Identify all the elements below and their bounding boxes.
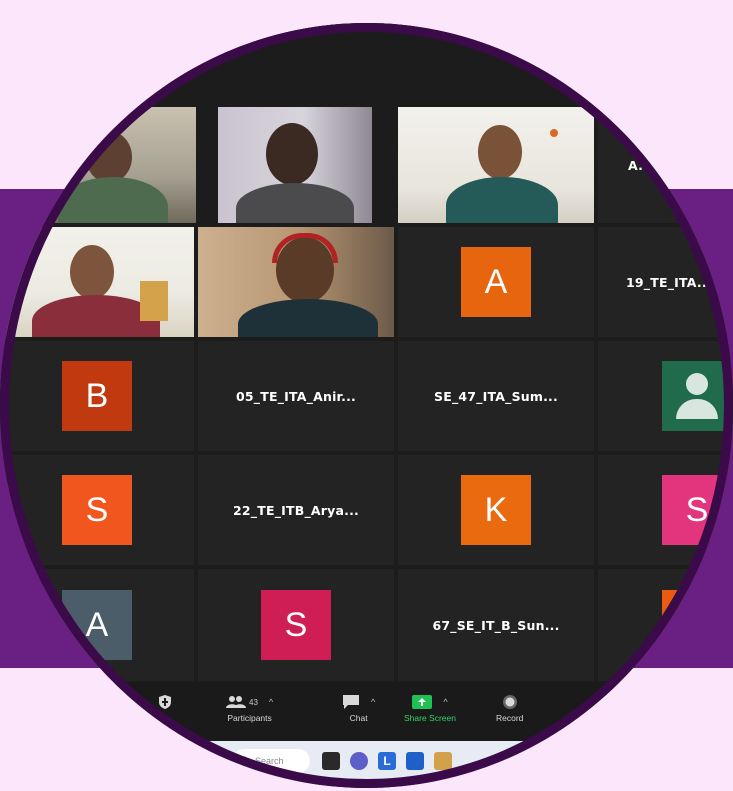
- chevron-up-icon[interactable]: ^: [443, 697, 447, 707]
- participant-avatar: B: [62, 361, 132, 431]
- participant-name-tile[interactable]: 22_TE_ITB_Arya...: [198, 455, 394, 565]
- participant-avatar-tile[interactable]: [598, 341, 733, 451]
- chat-button[interactable]: ^ Chat: [342, 691, 375, 723]
- headphones: [272, 233, 338, 263]
- participant-shirt: [236, 183, 354, 223]
- participant-avatar: [662, 590, 732, 660]
- participant-video-tile[interactable]: [0, 227, 194, 337]
- wall-lamp: [32, 241, 40, 249]
- participants-count: 43: [249, 697, 258, 707]
- participant-name-tile[interactable]: 05_TE_ITA_Anir...: [198, 341, 394, 451]
- participant-avatar-tile[interactable]: A: [0, 569, 194, 681]
- participant-figure: [86, 131, 132, 183]
- wall-lamp: [550, 129, 558, 137]
- participant-name: A...: [628, 157, 653, 173]
- avatar-initial: K: [484, 490, 508, 529]
- chat-app-icon[interactable]: [350, 752, 368, 770]
- video-feed: [218, 107, 372, 223]
- participants-icon: [226, 696, 246, 708]
- chevron-up-icon[interactable]: ^: [371, 697, 375, 707]
- participant-shirt: [446, 177, 558, 223]
- participants-button[interactable]: 43 ^ Participants: [226, 691, 273, 723]
- participant-name-tile[interactable]: 19_TE_ITA...: [598, 227, 733, 337]
- participant-video-tile[interactable]: [218, 107, 372, 223]
- participant-name-tile[interactable]: SE_47_ITA_Sum...: [398, 341, 594, 451]
- participant-avatar: S: [62, 475, 132, 545]
- video-feed: [0, 227, 194, 337]
- participant-avatar: A: [461, 247, 531, 317]
- person-icon: [662, 361, 732, 431]
- search-placeholder: Search: [255, 756, 284, 766]
- participant-avatar-tile[interactable]: K: [398, 455, 594, 565]
- participant-shirt: [238, 299, 378, 337]
- security-button[interactable]: [158, 691, 172, 713]
- record-label: Record: [496, 713, 524, 723]
- avatar-initial: A: [484, 262, 508, 301]
- participant-name: SE_47_ITA_Sum...: [434, 388, 558, 404]
- avatar-initial: B: [85, 376, 109, 415]
- participants-label: Participants: [227, 713, 272, 723]
- shield-icon: [158, 691, 172, 713]
- l-app-icon[interactable]: L: [378, 752, 396, 770]
- avatar-initial: S: [685, 490, 709, 529]
- avatar-initial: A: [85, 605, 109, 644]
- meeting-toolbar: 43 ^ Participants ^ Chat ^ Share Screen …: [0, 683, 733, 741]
- record-icon: [502, 695, 517, 709]
- participant-name-tile[interactable]: 67_SE_IT_B_Sun...: [398, 569, 594, 681]
- participant-name: 67_SE_IT_B_Sun...: [432, 617, 560, 633]
- chevron-up-icon[interactable]: ^: [269, 697, 273, 707]
- participant-avatar-tile[interactable]: B: [0, 341, 194, 451]
- chair: [140, 281, 168, 321]
- task-view-icon[interactable]: [322, 752, 340, 770]
- participant-avatar-tile[interactable]: S: [0, 455, 194, 565]
- participant-avatar: S: [662, 475, 732, 545]
- participant-name-tile[interactable]: A...: [598, 107, 733, 223]
- search-icon: [240, 756, 250, 766]
- participant-avatar-tile[interactable]: [598, 569, 733, 681]
- participant-video-tile[interactable]: [398, 107, 594, 223]
- participant-video-tile[interactable]: [198, 227, 394, 337]
- participant-avatar-tile[interactable]: A: [398, 227, 594, 337]
- meeting-top-bar: [0, 23, 733, 53]
- participant-name: 22_TE_ITB_Arya...: [233, 502, 359, 518]
- share-screen-button[interactable]: ^ Share Screen: [404, 691, 456, 723]
- video-feed: [38, 107, 196, 223]
- video-feed: [198, 227, 394, 337]
- share-screen-icon: [412, 695, 433, 709]
- avatar-initial: S: [85, 490, 109, 529]
- file-explorer-icon[interactable]: [406, 752, 424, 770]
- participant-figure: [478, 125, 522, 179]
- participant-shirt: [58, 177, 168, 223]
- participant-figure: [266, 123, 318, 185]
- share-screen-label: Share Screen: [404, 713, 456, 723]
- record-button[interactable]: Record: [496, 691, 523, 723]
- avatar-initial: S: [284, 605, 308, 644]
- participant-avatar-tile[interactable]: S: [598, 455, 733, 565]
- participant-figure: [70, 245, 114, 299]
- participant-avatar: S: [261, 590, 331, 660]
- participant-avatar-tile[interactable]: S: [198, 569, 394, 681]
- os-taskbar: Search L: [0, 741, 733, 781]
- zoom-meeting-window: A... A 19_TE_ITA... B 05_TE_ITA_Anir... …: [0, 23, 733, 788]
- taskbar-app-icon[interactable]: [434, 752, 452, 770]
- participant-video-tile[interactable]: [38, 107, 196, 223]
- participant-avatar: A: [62, 590, 132, 660]
- taskbar-search[interactable]: Search: [232, 749, 310, 773]
- participant-name: 05_TE_ITA_Anir...: [236, 388, 356, 404]
- participant-avatar: K: [461, 475, 531, 545]
- chat-label: Chat: [349, 713, 368, 723]
- participant-name: 19_TE_ITA...: [626, 274, 712, 290]
- chat-icon: [343, 695, 359, 709]
- video-feed: [398, 107, 594, 223]
